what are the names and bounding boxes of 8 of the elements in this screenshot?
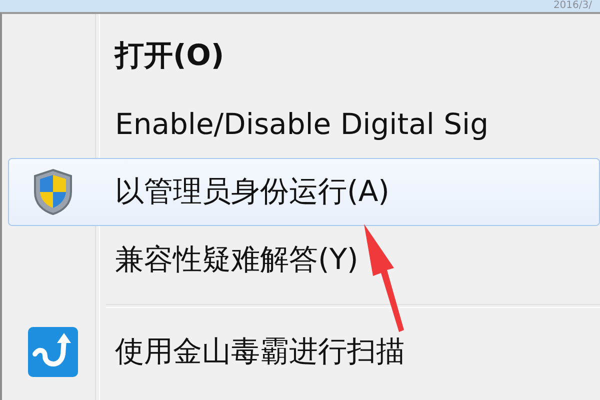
menu-item[interactable]: 打开(O) <box>8 22 600 90</box>
date-text: 2016/3/ <box>553 0 592 12</box>
antivirus-icon <box>27 326 79 378</box>
menu-item[interactable]: 以管理员身份运行(A) <box>8 158 600 226</box>
shield-icon <box>31 168 75 216</box>
menu-item[interactable]: 兼容性疑难解答(Y) <box>8 226 600 294</box>
menu-item[interactable]: Enable/Disable Digital Sig <box>8 90 600 158</box>
menu-item[interactable]: 使用金山毒霸进行扫描 <box>8 318 600 386</box>
